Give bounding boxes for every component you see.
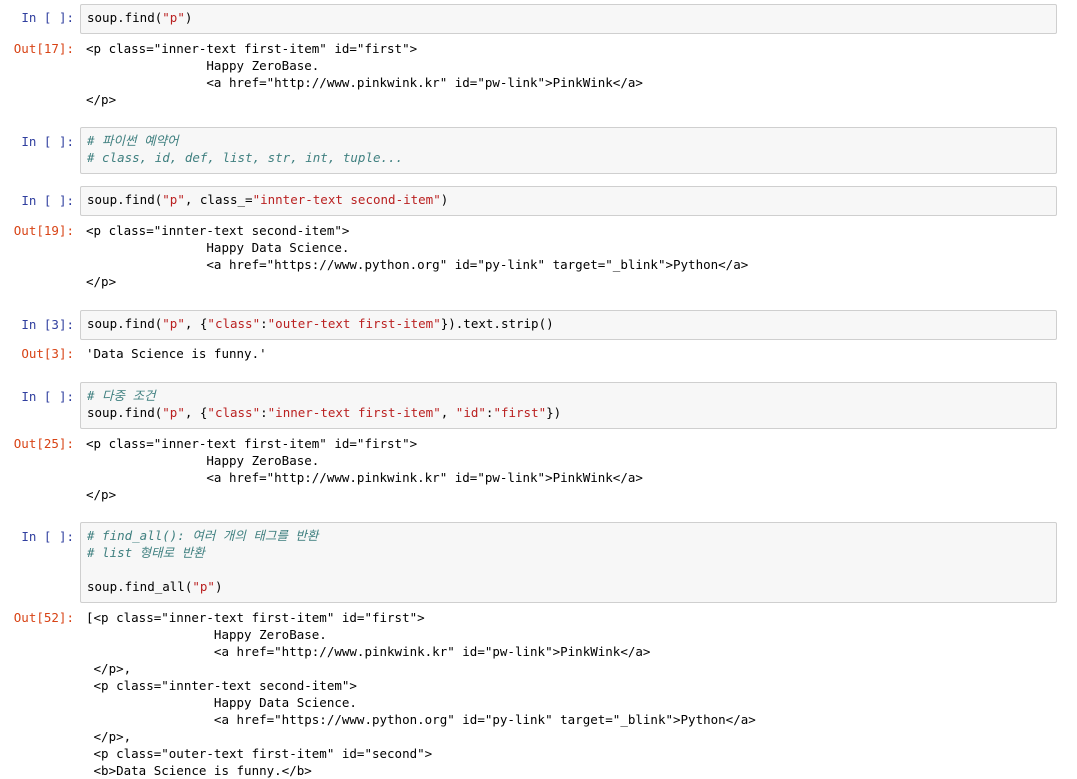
output-line: </p>,	[86, 729, 132, 744]
code-string: "p"	[162, 316, 185, 331]
output-prompt: Out[3]:	[21, 346, 74, 361]
output-line: <p class="inner-text first-item" id="fir…	[86, 41, 418, 56]
code-line: # 파이썬 예약어	[87, 132, 1050, 149]
code-line: soup.find("p", class_="innter-text secon…	[87, 191, 1050, 208]
code-token: , class_=	[184, 192, 253, 207]
cell-output: [<p class="inner-text first-item" id="fi…	[86, 609, 1057, 779]
output-line: <a href="http://www.pinkwink.kr" id="pw-…	[86, 75, 643, 90]
code-string: "p"	[162, 10, 185, 25]
output-line: Happy ZeroBase.	[86, 58, 320, 73]
cell-output: <p class="innter-text second-item"> Happ…	[86, 222, 1057, 290]
code-token: , {	[184, 316, 208, 331]
output-line: </p>	[86, 487, 117, 502]
output-line: Happy ZeroBase.	[86, 453, 320, 468]
code-line: # 다중 조건	[87, 387, 1050, 404]
code-token: :	[260, 316, 268, 331]
output-line: Happy Data Science.	[86, 240, 350, 255]
code-token: )	[440, 192, 449, 207]
input-prompt: In [ ]:	[21, 529, 74, 544]
output-line: <a href="https://www.python.org" id="py-…	[86, 257, 749, 272]
code-comment: # 파이썬 예약어	[87, 133, 179, 148]
output-line: <a href="http://www.pinkwink.kr" id="pw-…	[86, 470, 643, 485]
code-token: )	[214, 579, 223, 594]
output-line: <b>Data Science is funny.</b>	[86, 763, 312, 778]
output-line: <p class="innter-text second-item">	[86, 223, 350, 238]
output-line: </p>	[86, 92, 117, 107]
code-token: soup.find_all(	[87, 579, 193, 594]
code-string: "id"	[455, 405, 486, 420]
cell-output: <p class="inner-text first-item" id="fir…	[86, 40, 1057, 108]
code-input[interactable]: # 파이썬 예약어 # class, id, def, list, str, in…	[80, 127, 1057, 174]
code-string: "p"	[192, 579, 215, 594]
output-line: Happy Data Science.	[86, 695, 357, 710]
output-line: <p class="outer-text first-item" id="sec…	[86, 746, 433, 761]
code-line: # list 형태로 반환	[87, 544, 1050, 561]
output-prompt: Out[19]:	[13, 223, 74, 238]
code-string: "inner-text first-item"	[267, 405, 441, 420]
code-comment: # class, id, def, list, str, int, tuple.…	[87, 150, 404, 165]
output-line: </p>,	[86, 661, 132, 676]
code-token: )	[184, 10, 193, 25]
output-prompt: Out[17]:	[13, 41, 74, 56]
code-line: soup.find("p")	[87, 9, 1050, 26]
code-string: "outer-text first-item"	[267, 316, 441, 331]
code-input[interactable]: soup.find("p", {"class":"outer-text firs…	[80, 310, 1057, 340]
code-string: "p"	[162, 192, 185, 207]
code-line: soup.find("p", {"class":"inner-text firs…	[87, 404, 1050, 421]
input-prompt: In [3]:	[21, 317, 74, 332]
code-input[interactable]: # 다중 조건 soup.find("p", {"class":"inner-te…	[80, 382, 1057, 429]
output-line: <p class="innter-text second-item">	[86, 678, 357, 693]
code-token: })	[546, 405, 562, 420]
code-string: "innter-text second-item"	[252, 192, 441, 207]
code-token: soup.find(	[87, 192, 163, 207]
code-token: :	[260, 405, 268, 420]
cell-output: 'Data Science is funny.'	[86, 345, 1057, 362]
input-prompt: In [ ]:	[21, 389, 74, 404]
code-string: "first"	[493, 405, 547, 420]
code-comment: # list 형태로 반환	[87, 545, 205, 560]
code-input[interactable]: soup.find("p")	[80, 4, 1057, 34]
output-prompt: Out[52]:	[13, 610, 74, 625]
code-string: "p"	[162, 405, 185, 420]
code-token: soup.find(	[87, 10, 163, 25]
output-line: <a href="http://www.pinkwink.kr" id="pw-…	[86, 644, 651, 659]
input-prompt: In [ ]:	[21, 134, 74, 149]
output-line: <p class="inner-text first-item" id="fir…	[86, 436, 418, 451]
code-string: "class"	[207, 316, 261, 331]
cell-output: <p class="inner-text first-item" id="fir…	[86, 435, 1057, 503]
input-prompt: In [ ]:	[21, 10, 74, 25]
code-comment: # 다중 조건	[87, 388, 156, 403]
code-token: ,	[440, 405, 456, 420]
code-token: soup.find(	[87, 405, 163, 420]
output-line: Happy ZeroBase.	[86, 627, 327, 642]
code-token: , {	[184, 405, 208, 420]
code-comment: # find_all(): 여러 개의 태그를 반환	[87, 528, 319, 543]
output-line: [<p class="inner-text first-item" id="fi…	[86, 610, 425, 625]
code-token: soup.find(	[87, 316, 163, 331]
output-line: </p>	[86, 274, 117, 289]
output-prompt: Out[25]:	[13, 436, 74, 451]
code-line: # find_all(): 여러 개의 태그를 반환	[87, 527, 1050, 544]
code-input[interactable]: # find_all(): 여러 개의 태그를 반환 # list 형태로 반환 s…	[80, 522, 1057, 603]
input-prompt: In [ ]:	[21, 193, 74, 208]
code-line: # class, id, def, list, str, int, tuple.…	[87, 149, 1050, 166]
notebook: In [ ]: soup.find("p") Out[17]: <p class…	[0, 0, 1077, 779]
code-string: "class"	[207, 405, 261, 420]
code-token: }).text.strip()	[440, 316, 554, 331]
code-line: soup.find("p", {"class":"outer-text firs…	[87, 315, 1050, 332]
code-input[interactable]: soup.find("p", class_="innter-text secon…	[80, 186, 1057, 216]
output-line: 'Data Science is funny.'	[86, 346, 267, 361]
output-line: <a href="https://www.python.org" id="py-…	[86, 712, 756, 727]
code-line: soup.find_all("p")	[87, 578, 1050, 595]
